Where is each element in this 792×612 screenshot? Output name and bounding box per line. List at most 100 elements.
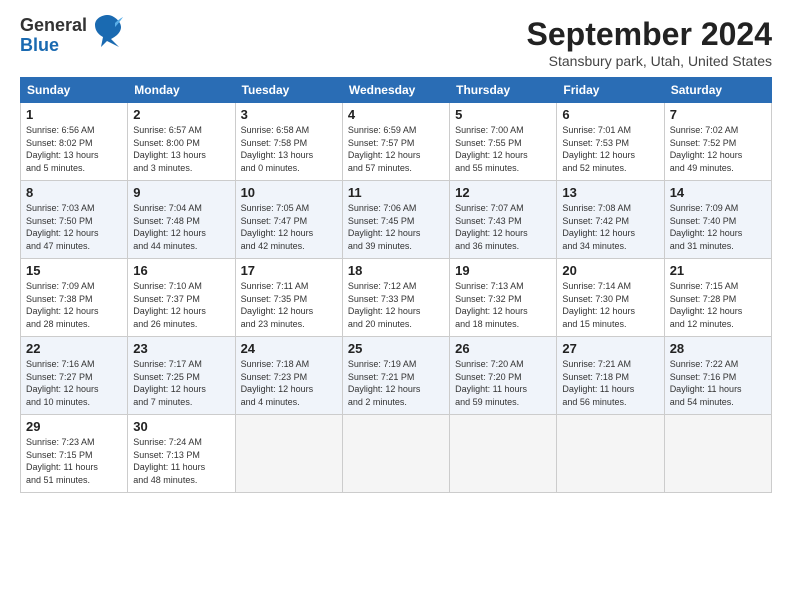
day-number: 15: [26, 263, 122, 278]
table-cell: 14 Sunrise: 7:09 AM Sunset: 7:40 PM Dayli…: [664, 181, 771, 259]
day-number: 26: [455, 341, 551, 356]
day-info: Sunrise: 7:15 AM Sunset: 7:28 PM Dayligh…: [670, 280, 766, 330]
day-number: 14: [670, 185, 766, 200]
table-cell: 10Sunrise: 7:05 AM Sunset: 7:47 PM Dayli…: [235, 181, 342, 259]
table-cell: [664, 415, 771, 493]
day-number: 27: [562, 341, 658, 356]
table-cell: 21 Sunrise: 7:15 AM Sunset: 7:28 PM Dayli…: [664, 259, 771, 337]
table-cell: 24 Sunrise: 7:18 AM Sunset: 7:23 PM Dayli…: [235, 337, 342, 415]
day-number: 13: [562, 185, 658, 200]
table-cell: 12 Sunrise: 7:07 AM Sunset: 7:43 PM Dayli…: [450, 181, 557, 259]
day-info: Sunrise: 6:56 AM Sunset: 8:02 PM Dayligh…: [26, 124, 122, 174]
day-info: Sunrise: 6:59 AM Sunset: 7:57 PM Dayligh…: [348, 124, 444, 174]
day-number: 1: [26, 107, 122, 122]
table-cell: 30 Sunrise: 7:24 AM Sunset: 7:13 PM Dayli…: [128, 415, 235, 493]
day-number: 21: [670, 263, 766, 278]
table-cell: 25 Sunrise: 7:19 AM Sunset: 7:21 PM Dayli…: [342, 337, 449, 415]
day-number: 10: [241, 185, 337, 200]
day-info: Sunrise: 7:00 AM Sunset: 7:55 PM Dayligh…: [455, 124, 551, 174]
day-info: Sunrise: 7:20 AM Sunset: 7:20 PM Dayligh…: [455, 358, 551, 408]
table-cell: 2Sunrise: 6:57 AM Sunset: 8:00 PM Daylig…: [128, 103, 235, 181]
day-info: Sunrise: 7:23 AM Sunset: 7:15 PM Dayligh…: [26, 436, 122, 486]
day-info: Sunrise: 7:01 AM Sunset: 7:53 PM Dayligh…: [562, 124, 658, 174]
col-monday: Monday: [128, 78, 235, 103]
day-number: 28: [670, 341, 766, 356]
table-cell: 6Sunrise: 7:01 AM Sunset: 7:53 PM Daylig…: [557, 103, 664, 181]
day-info: Sunrise: 7:21 AM Sunset: 7:18 PM Dayligh…: [562, 358, 658, 408]
day-info: Sunrise: 7:02 AM Sunset: 7:52 PM Dayligh…: [670, 124, 766, 174]
col-friday: Friday: [557, 78, 664, 103]
day-number: 30: [133, 419, 229, 434]
day-number: 11: [348, 185, 444, 200]
page-subtitle: Stansbury park, Utah, United States: [527, 53, 772, 69]
day-number: 22: [26, 341, 122, 356]
calendar-header-row: Sunday Monday Tuesday Wednesday Thursday…: [21, 78, 772, 103]
day-number: 24: [241, 341, 337, 356]
logo: General Blue: [20, 16, 123, 56]
table-cell: [557, 415, 664, 493]
day-number: 2: [133, 107, 229, 122]
table-cell: 18 Sunrise: 7:12 AM Sunset: 7:33 PM Dayli…: [342, 259, 449, 337]
table-cell: 4 Sunrise: 6:59 AM Sunset: 7:57 PM Daylig…: [342, 103, 449, 181]
week-row-3: 15 Sunrise: 7:09 AM Sunset: 7:38 PM Dayli…: [21, 259, 772, 337]
day-number: 4: [348, 107, 444, 122]
title-area: September 2024 Stansbury park, Utah, Uni…: [527, 16, 772, 69]
week-row-4: 22 Sunrise: 7:16 AM Sunset: 7:27 PM Dayli…: [21, 337, 772, 415]
day-info: Sunrise: 7:09 AM Sunset: 7:38 PM Dayligh…: [26, 280, 122, 330]
day-info: Sunrise: 7:10 AM Sunset: 7:37 PM Dayligh…: [133, 280, 229, 330]
day-info: Sunrise: 7:13 AM Sunset: 7:32 PM Dayligh…: [455, 280, 551, 330]
day-info: Sunrise: 7:16 AM Sunset: 7:27 PM Dayligh…: [26, 358, 122, 408]
day-number: 8: [26, 185, 122, 200]
table-cell: [342, 415, 449, 493]
day-info: Sunrise: 7:19 AM Sunset: 7:21 PM Dayligh…: [348, 358, 444, 408]
week-row-2: 8 Sunrise: 7:03 AM Sunset: 7:50 PM Daylig…: [21, 181, 772, 259]
day-info: Sunrise: 7:12 AM Sunset: 7:33 PM Dayligh…: [348, 280, 444, 330]
col-saturday: Saturday: [664, 78, 771, 103]
header: General Blue September 2024 Stansbury pa…: [20, 16, 772, 69]
table-cell: 23 Sunrise: 7:17 AM Sunset: 7:25 PM Dayli…: [128, 337, 235, 415]
table-cell: 20Sunrise: 7:14 AM Sunset: 7:30 PM Dayli…: [557, 259, 664, 337]
table-cell: 28 Sunrise: 7:22 AM Sunset: 7:16 PM Dayli…: [664, 337, 771, 415]
day-number: 23: [133, 341, 229, 356]
table-cell: [450, 415, 557, 493]
day-info: Sunrise: 7:03 AM Sunset: 7:50 PM Dayligh…: [26, 202, 122, 252]
table-cell: 26 Sunrise: 7:20 AM Sunset: 7:20 PM Dayli…: [450, 337, 557, 415]
calendar-page: General Blue September 2024 Stansbury pa…: [0, 0, 792, 612]
logo-text-blue: Blue: [20, 36, 87, 56]
table-cell: [235, 415, 342, 493]
day-info: Sunrise: 7:04 AM Sunset: 7:48 PM Dayligh…: [133, 202, 229, 252]
calendar-table: Sunday Monday Tuesday Wednesday Thursday…: [20, 77, 772, 493]
logo-text-general: General: [20, 16, 87, 36]
day-number: 19: [455, 263, 551, 278]
day-info: Sunrise: 7:24 AM Sunset: 7:13 PM Dayligh…: [133, 436, 229, 486]
day-info: Sunrise: 7:09 AM Sunset: 7:40 PM Dayligh…: [670, 202, 766, 252]
table-cell: 13 Sunrise: 7:08 AM Sunset: 7:42 PM Dayli…: [557, 181, 664, 259]
day-number: 25: [348, 341, 444, 356]
day-number: 12: [455, 185, 551, 200]
table-cell: 8 Sunrise: 7:03 AM Sunset: 7:50 PM Daylig…: [21, 181, 128, 259]
day-number: 3: [241, 107, 337, 122]
day-number: 17: [241, 263, 337, 278]
day-info: Sunrise: 7:18 AM Sunset: 7:23 PM Dayligh…: [241, 358, 337, 408]
day-number: 20: [562, 263, 658, 278]
table-cell: 22 Sunrise: 7:16 AM Sunset: 7:27 PM Dayli…: [21, 337, 128, 415]
day-info: Sunrise: 7:22 AM Sunset: 7:16 PM Dayligh…: [670, 358, 766, 408]
day-number: 18: [348, 263, 444, 278]
logo-bird-icon: [93, 13, 123, 49]
page-title: September 2024: [527, 16, 772, 53]
table-cell: 17Sunrise: 7:11 AM Sunset: 7:35 PM Dayli…: [235, 259, 342, 337]
week-row-5: 29 Sunrise: 7:23 AM Sunset: 7:15 PM Dayli…: [21, 415, 772, 493]
day-number: 29: [26, 419, 122, 434]
table-cell: 7Sunrise: 7:02 AM Sunset: 7:52 PM Daylig…: [664, 103, 771, 181]
table-cell: 1 Sunrise: 6:56 AM Sunset: 8:02 PM Daylig…: [21, 103, 128, 181]
day-number: 9: [133, 185, 229, 200]
day-number: 5: [455, 107, 551, 122]
day-info: Sunrise: 7:08 AM Sunset: 7:42 PM Dayligh…: [562, 202, 658, 252]
table-cell: 19 Sunrise: 7:13 AM Sunset: 7:32 PM Dayli…: [450, 259, 557, 337]
table-cell: 5 Sunrise: 7:00 AM Sunset: 7:55 PM Daylig…: [450, 103, 557, 181]
day-number: 16: [133, 263, 229, 278]
day-info: Sunrise: 7:07 AM Sunset: 7:43 PM Dayligh…: [455, 202, 551, 252]
day-info: Sunrise: 7:17 AM Sunset: 7:25 PM Dayligh…: [133, 358, 229, 408]
table-cell: 3Sunrise: 6:58 AM Sunset: 7:58 PM Daylig…: [235, 103, 342, 181]
table-cell: 15 Sunrise: 7:09 AM Sunset: 7:38 PM Dayli…: [21, 259, 128, 337]
